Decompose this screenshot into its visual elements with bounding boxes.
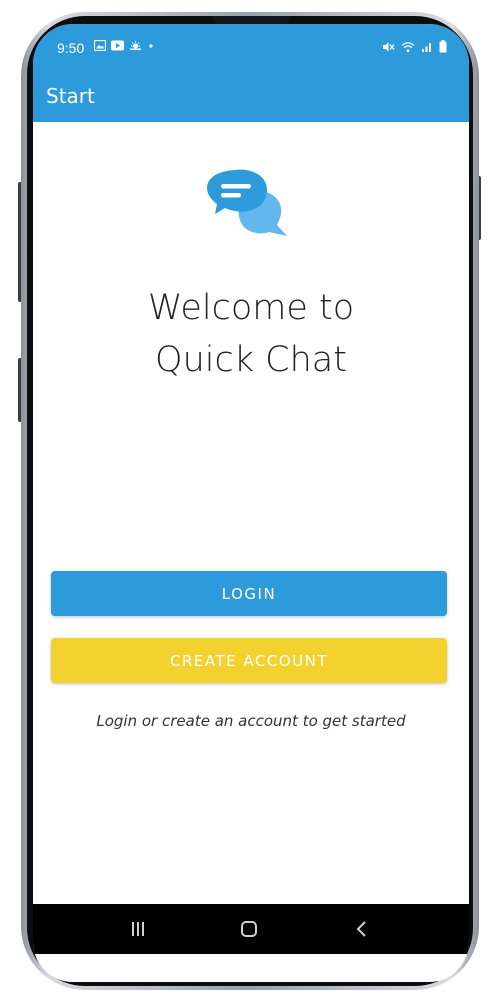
status-time: 9:50 [57, 40, 85, 56]
status-system-icons [382, 40, 447, 53]
status-bar: 9:50 [33, 24, 469, 74]
signal-icon [422, 42, 431, 52]
chat-bubbles-logo-icon [207, 169, 287, 236]
phone-earpiece [212, 16, 290, 24]
wifi-icon [401, 41, 415, 52]
welcome-heading: Welcome to Quick Chat [33, 282, 469, 386]
app-bar-title: Start [46, 84, 95, 108]
app-bar: Start [33, 74, 469, 122]
welcome-line-1: Welcome to [147, 288, 355, 328]
helper-text: Login or create an account to get starte… [96, 712, 406, 730]
home-icon[interactable] [236, 916, 262, 942]
status-notification-icons [94, 40, 155, 51]
navigation-bar [33, 904, 469, 954]
recent-apps-icon[interactable] [125, 916, 151, 942]
battery-icon [439, 40, 447, 53]
phone-screen: 9:50 Start Welcome to Quick Chat LOGIN C… [33, 24, 469, 982]
weather-icon [130, 41, 141, 50]
welcome-line-2: Quick Chat [155, 340, 347, 380]
youtube-icon [111, 40, 124, 51]
mute-icon [383, 42, 395, 51]
dot-icon [149, 44, 153, 48]
back-icon[interactable] [349, 916, 375, 942]
gallery-icon [94, 40, 106, 51]
create-account-button[interactable]: CREATE ACCOUNT [51, 638, 447, 683]
login-button[interactable]: LOGIN [51, 571, 447, 616]
